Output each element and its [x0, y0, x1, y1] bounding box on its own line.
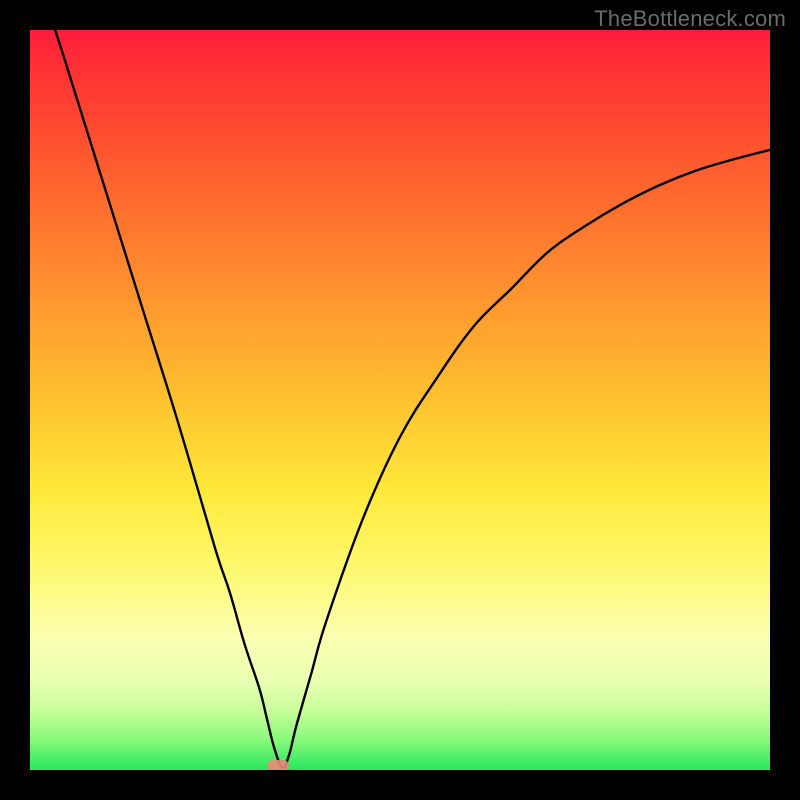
watermark-text: TheBottleneck.com: [594, 6, 786, 32]
optimal-point-marker: [267, 760, 289, 770]
bottleneck-curve: [30, 30, 770, 770]
chart-area: [30, 30, 770, 770]
